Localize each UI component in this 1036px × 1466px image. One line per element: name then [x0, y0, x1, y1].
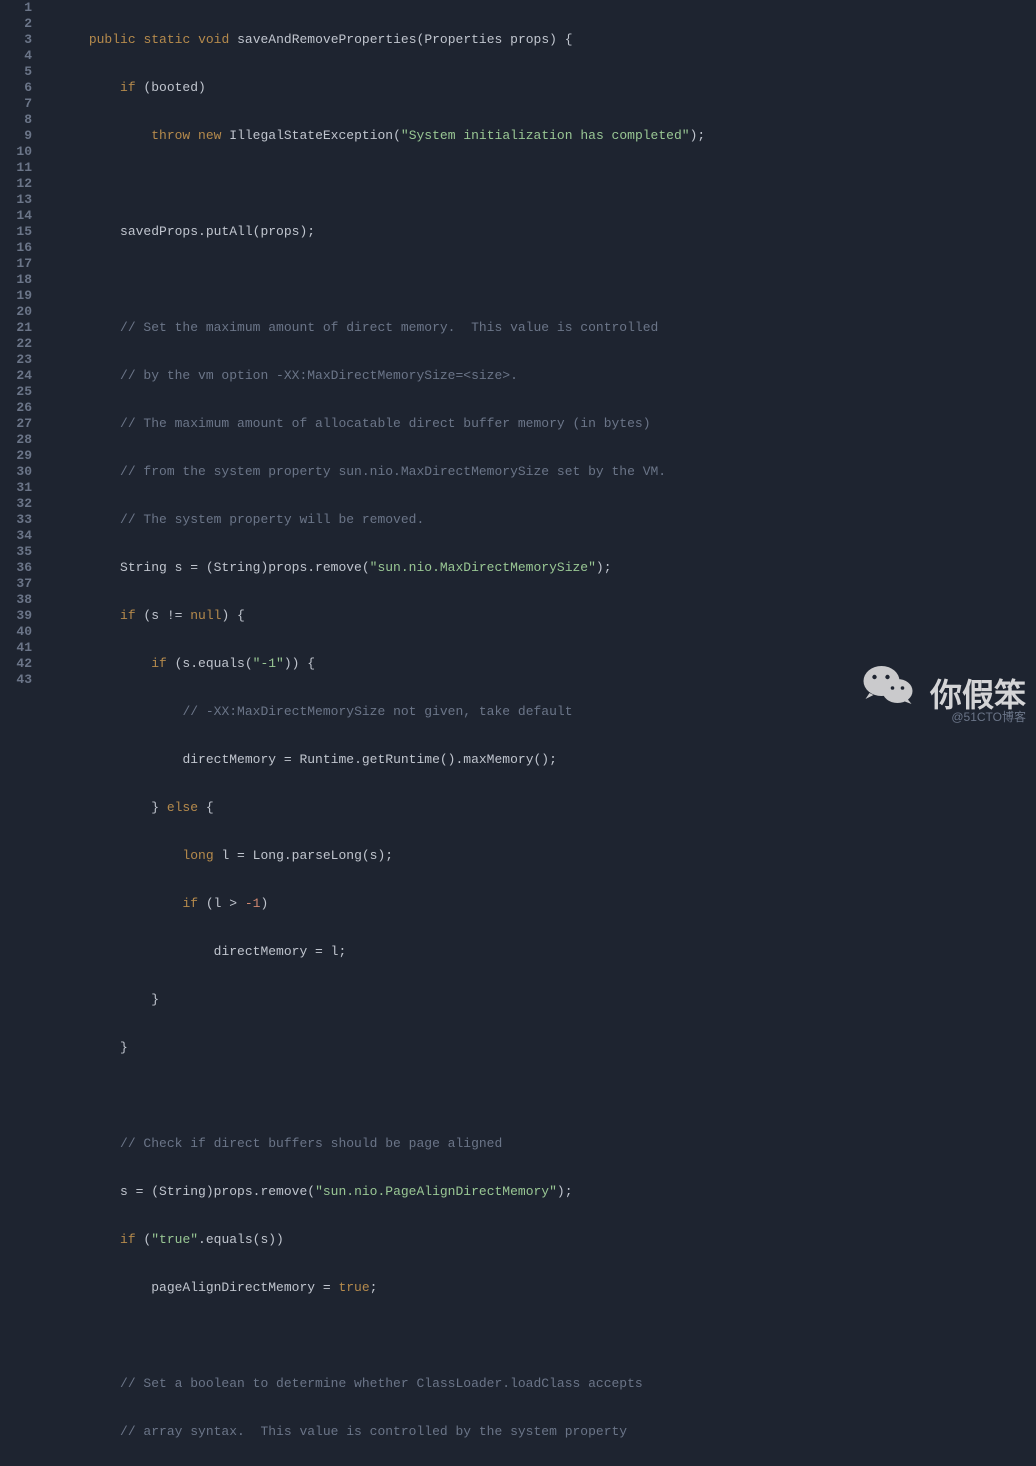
line-number: 38: [0, 592, 32, 608]
code-line: // by the vm option -XX:MaxDirectMemoryS…: [42, 368, 1036, 384]
code-line: [42, 176, 1036, 192]
code-line: }: [42, 992, 1036, 1008]
line-number: 6: [0, 80, 32, 96]
line-number: 19: [0, 288, 32, 304]
line-number: 2: [0, 16, 32, 32]
code-line: savedProps.putAll(props);: [42, 224, 1036, 240]
code-line: public static void saveAndRemoveProperti…: [42, 32, 1036, 48]
line-number: 5: [0, 64, 32, 80]
code-area[interactable]: public static void saveAndRemoveProperti…: [38, 0, 1036, 733]
line-number: 1: [0, 0, 32, 16]
line-number: 43: [0, 672, 32, 688]
code-line: if (s != null) {: [42, 608, 1036, 624]
line-number: 16: [0, 240, 32, 256]
code-line: [42, 1328, 1036, 1344]
code-line: // The system property will be removed.: [42, 512, 1036, 528]
code-line: // Set the maximum amount of direct memo…: [42, 320, 1036, 336]
line-number: 22: [0, 336, 32, 352]
line-number: 31: [0, 480, 32, 496]
code-line: if (booted): [42, 80, 1036, 96]
line-number: 28: [0, 432, 32, 448]
line-number: 8: [0, 112, 32, 128]
line-number: 34: [0, 528, 32, 544]
line-number: 12: [0, 176, 32, 192]
line-number: 27: [0, 416, 32, 432]
line-number: 42: [0, 656, 32, 672]
line-number: 18: [0, 272, 32, 288]
line-number: 4: [0, 48, 32, 64]
line-number-gutter: 1 2 3 4 5 6 7 8 9 10 11 12 13 14 15 16 1…: [0, 0, 38, 733]
line-number: 40: [0, 624, 32, 640]
code-line: pageAlignDirectMemory = true;: [42, 1280, 1036, 1296]
line-number: 15: [0, 224, 32, 240]
line-number: 3: [0, 32, 32, 48]
watermark-text: 你假笨: [930, 687, 1026, 703]
code-line: [42, 1088, 1036, 1104]
line-number: 35: [0, 544, 32, 560]
line-number: 41: [0, 640, 32, 656]
wechat-icon: [861, 663, 916, 708]
line-number: 33: [0, 512, 32, 528]
code-line: [42, 272, 1036, 288]
line-number: 13: [0, 192, 32, 208]
line-number: 36: [0, 560, 32, 576]
line-number: 32: [0, 496, 32, 512]
line-number: 9: [0, 128, 32, 144]
watermark-source: @51CTO博客: [951, 709, 1026, 725]
code-line: if ("true".equals(s)): [42, 1232, 1036, 1248]
line-number: 26: [0, 400, 32, 416]
code-line: // array syntax. This value is controlle…: [42, 1424, 1036, 1440]
code-line: // Check if direct buffers should be pag…: [42, 1136, 1036, 1152]
line-number: 17: [0, 256, 32, 272]
code-line: throw new IllegalStateException("System …: [42, 128, 1036, 144]
line-number: 37: [0, 576, 32, 592]
code-line: // Set a boolean to determine whether Cl…: [42, 1376, 1036, 1392]
line-number: 7: [0, 96, 32, 112]
line-number: 21: [0, 320, 32, 336]
code-line: long l = Long.parseLong(s);: [42, 848, 1036, 864]
line-number: 23: [0, 352, 32, 368]
code-line: // The maximum amount of allocatable dir…: [42, 416, 1036, 432]
code-line: directMemory = l;: [42, 944, 1036, 960]
code-line: if (l > -1): [42, 896, 1036, 912]
code-line: } else {: [42, 800, 1036, 816]
line-number: 25: [0, 384, 32, 400]
line-number: 30: [0, 464, 32, 480]
line-number: 29: [0, 448, 32, 464]
line-number: 14: [0, 208, 32, 224]
line-number: 10: [0, 144, 32, 160]
code-line: // from the system property sun.nio.MaxD…: [42, 464, 1036, 480]
code-editor: 1 2 3 4 5 6 7 8 9 10 11 12 13 14 15 16 1…: [0, 0, 1036, 733]
code-line: s = (String)props.remove("sun.nio.PageAl…: [42, 1184, 1036, 1200]
line-number: 11: [0, 160, 32, 176]
code-line: }: [42, 1040, 1036, 1056]
line-number: 39: [0, 608, 32, 624]
line-number: 20: [0, 304, 32, 320]
line-number: 24: [0, 368, 32, 384]
code-line: directMemory = Runtime.getRuntime().maxM…: [42, 752, 1036, 768]
code-line: String s = (String)props.remove("sun.nio…: [42, 560, 1036, 576]
